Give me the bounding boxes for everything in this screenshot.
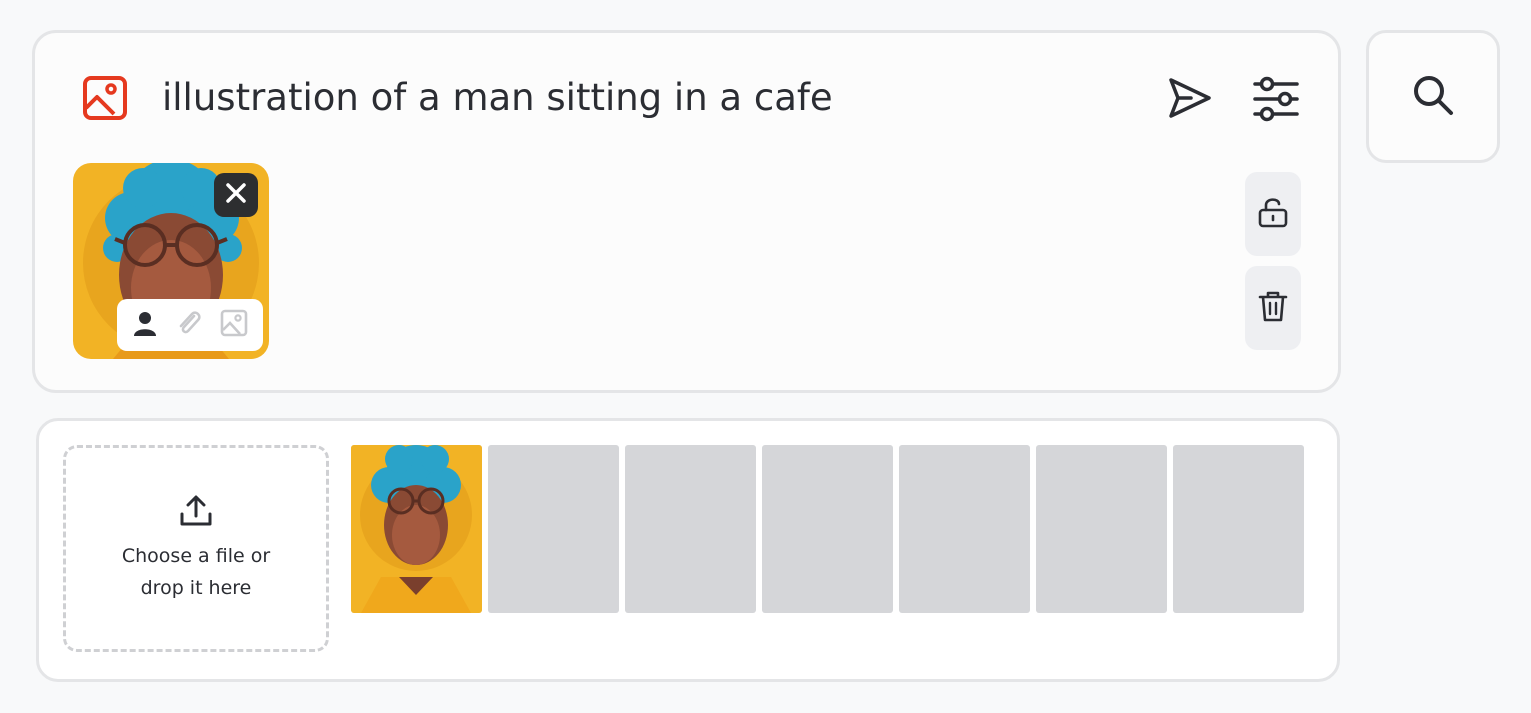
gallery-portrait — [351, 445, 482, 613]
gallery-placeholder — [1173, 445, 1304, 613]
close-icon — [225, 182, 247, 208]
reference-mode-bar — [117, 299, 263, 351]
unlock-icon — [1257, 196, 1289, 232]
gallery-panel: Choose a file or drop it here — [36, 418, 1340, 682]
upload-hint: Choose a file or drop it here — [96, 540, 296, 604]
lock-button[interactable] — [1245, 172, 1301, 256]
search-icon — [1412, 74, 1454, 120]
prompt-input[interactable]: illustration of a man sitting in a cafe — [162, 75, 833, 121]
upload-dropzone[interactable]: Choose a file or drop it here — [63, 445, 329, 652]
prompt-panel: illustration of a man sitting in a cafe — [32, 30, 1341, 393]
gallery-slots — [351, 445, 1304, 613]
gallery-placeholder — [625, 445, 756, 613]
gallery-placeholder — [1036, 445, 1167, 613]
send-icon[interactable] — [1165, 74, 1215, 124]
remove-reference-button[interactable] — [214, 173, 258, 217]
gallery-placeholder — [488, 445, 619, 613]
image-icon[interactable] — [219, 308, 249, 342]
person-icon[interactable] — [131, 309, 159, 341]
gallery-placeholder — [899, 445, 1030, 613]
reference-image[interactable] — [73, 163, 269, 359]
image-icon — [81, 74, 129, 122]
upload-hint-line1: Choose a file or — [121, 544, 271, 567]
upload-icon — [179, 494, 213, 528]
upload-hint-line2: drop it here — [140, 576, 252, 599]
gallery-image[interactable] — [351, 445, 482, 613]
gallery-placeholder — [762, 445, 893, 613]
search-button[interactable] — [1366, 30, 1500, 163]
sliders-icon[interactable] — [1251, 74, 1301, 124]
paperclip-icon[interactable] — [174, 308, 204, 342]
delete-button[interactable] — [1245, 266, 1301, 350]
trash-icon — [1257, 290, 1289, 326]
